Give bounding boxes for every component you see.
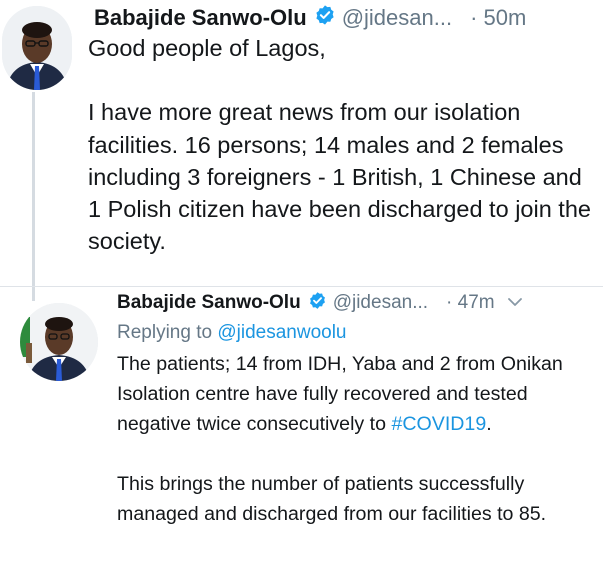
tweet-text-part: The patients; 14 from IDH, Yaba and 2 fr… xyxy=(117,353,563,435)
tweet-timestamp[interactable]: · 47m xyxy=(446,292,495,314)
tweet-text: Good people of Lagos, I have more great … xyxy=(88,35,591,255)
avatar[interactable] xyxy=(20,303,98,381)
avatar-portrait-icon xyxy=(2,6,72,90)
verified-badge-icon xyxy=(314,4,336,32)
chevron-down-icon[interactable] xyxy=(507,292,523,314)
tweet-header: Babajide Sanwo-Olu @jidesan... · 47m xyxy=(117,287,523,319)
avatar[interactable] xyxy=(2,6,72,90)
hashtag-link[interactable]: #COVID19 xyxy=(391,413,486,435)
tweet-text: The patients; 14 from IDH, Yaba and 2 fr… xyxy=(117,349,597,529)
thread-line xyxy=(32,287,35,301)
replying-to: Replying to @jidesanwoolu xyxy=(117,318,346,348)
tweet[interactable]: Babajide Sanwo-Olu @jidesan... · 50m Goo… xyxy=(0,0,603,297)
author-name[interactable]: Babajide Sanwo-Olu xyxy=(94,5,307,31)
tweet-timestamp[interactable]: · 50m xyxy=(470,5,526,31)
author-handle[interactable]: @jidesan... xyxy=(342,5,452,31)
tweet-header: Babajide Sanwo-Olu @jidesan... · 50m xyxy=(94,2,526,34)
author-handle[interactable]: @jidesan... xyxy=(333,292,428,314)
thread-line xyxy=(32,92,35,297)
replying-to-mention[interactable]: @jidesanwoolu xyxy=(217,322,346,343)
author-name[interactable]: Babajide Sanwo-Olu xyxy=(117,292,301,314)
tweet[interactable]: Babajide Sanwo-Olu @jidesan... · 47m Rep… xyxy=(0,286,603,584)
verified-badge-icon xyxy=(308,291,327,316)
avatar-portrait-icon xyxy=(20,303,98,381)
replying-to-label: Replying to xyxy=(117,322,218,343)
